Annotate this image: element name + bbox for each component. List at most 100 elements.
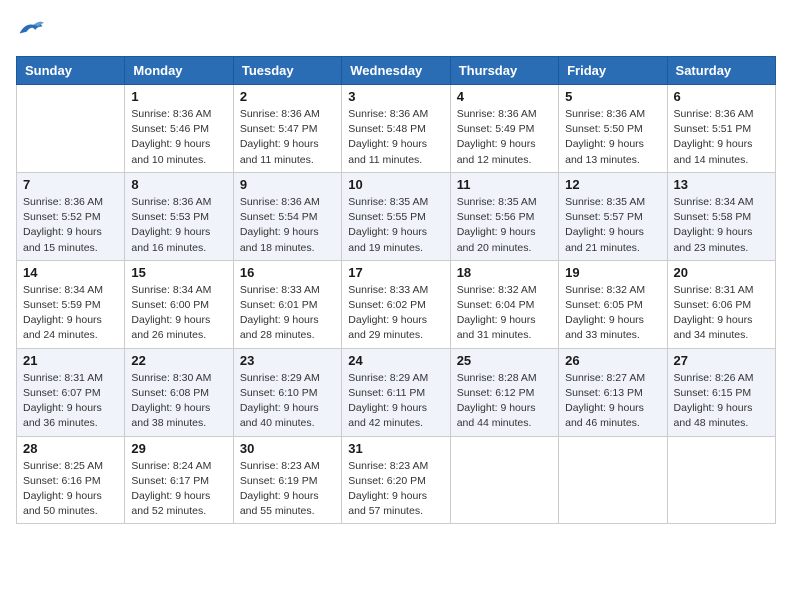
calendar-cell: 3 Sunrise: 8:36 AMSunset: 5:48 PMDaylight… (342, 85, 450, 173)
day-number: 29 (131, 441, 226, 456)
calendar-cell: 11 Sunrise: 8:35 AMSunset: 5:56 PMDayligh… (450, 172, 558, 260)
day-info: Sunrise: 8:34 AMSunset: 5:58 PMDaylight:… (674, 195, 769, 256)
day-info: Sunrise: 8:30 AMSunset: 6:08 PMDaylight:… (131, 371, 226, 432)
calendar-cell: 29Sunrise: 8:24 AMSunset: 6:17 PMDayligh… (125, 436, 233, 524)
day-info: Sunrise: 8:36 AMSunset: 5:54 PMDaylight:… (240, 195, 335, 256)
day-info: Sunrise: 8:36 AMSunset: 5:46 PMDaylight:… (131, 107, 226, 168)
day-number: 9 (240, 177, 335, 192)
calendar-cell: 10 Sunrise: 8:35 AMSunset: 5:55 PMDayligh… (342, 172, 450, 260)
calendar-cell: 31 Sunrise: 8:23 AMSunset: 6:20 PMDayligh… (342, 436, 450, 524)
day-info: Sunrise: 8:23 AMSunset: 6:20 PMDaylight:… (348, 459, 443, 520)
day-number: 15 (131, 265, 226, 280)
day-info: Sunrise: 8:32 AMSunset: 6:04 PMDaylight:… (457, 283, 552, 344)
calendar-cell: 27 Sunrise: 8:26 AMSunset: 6:15 PMDayligh… (667, 348, 775, 436)
calendar-cell: 6 Sunrise: 8:36 AMSunset: 5:51 PMDaylight… (667, 85, 775, 173)
calendar-header-row: SundayMondayTuesdayWednesdayThursdayFrid… (17, 57, 776, 85)
day-info: Sunrise: 8:34 AMSunset: 5:59 PMDaylight:… (23, 283, 118, 344)
day-number: 18 (457, 265, 552, 280)
day-info: Sunrise: 8:23 AMSunset: 6:19 PMDaylight:… (240, 459, 335, 520)
calendar-cell: 22 Sunrise: 8:30 AMSunset: 6:08 PMDayligh… (125, 348, 233, 436)
day-info: Sunrise: 8:36 AMSunset: 5:47 PMDaylight:… (240, 107, 335, 168)
weekday-header: Monday (125, 57, 233, 85)
day-number: 16 (240, 265, 335, 280)
calendar-cell: 8Sunrise: 8:36 AMSunset: 5:53 PMDaylight… (125, 172, 233, 260)
calendar-week-row: 1 Sunrise: 8:36 AMSunset: 5:46 PMDaylight… (17, 85, 776, 173)
day-info: Sunrise: 8:36 AMSunset: 5:49 PMDaylight:… (457, 107, 552, 168)
logo-bird-icon (16, 16, 44, 44)
calendar-cell: 23 Sunrise: 8:29 AMSunset: 6:10 PMDayligh… (233, 348, 341, 436)
calendar-cell: 25 Sunrise: 8:28 AMSunset: 6:12 PMDayligh… (450, 348, 558, 436)
day-info: Sunrise: 8:25 AMSunset: 6:16 PMDaylight:… (23, 459, 118, 520)
day-info: Sunrise: 8:32 AMSunset: 6:05 PMDaylight:… (565, 283, 660, 344)
day-number: 25 (457, 353, 552, 368)
calendar-cell (450, 436, 558, 524)
calendar-cell: 9 Sunrise: 8:36 AMSunset: 5:54 PMDaylight… (233, 172, 341, 260)
day-number: 2 (240, 89, 335, 104)
calendar-cell: 28 Sunrise: 8:25 AMSunset: 6:16 PMDayligh… (17, 436, 125, 524)
day-number: 28 (23, 441, 118, 456)
day-number: 8 (131, 177, 226, 192)
calendar-cell (17, 85, 125, 173)
day-info: Sunrise: 8:34 AMSunset: 6:00 PMDaylight:… (131, 283, 226, 344)
day-number: 31 (348, 441, 443, 456)
calendar-cell: 20Sunrise: 8:31 AMSunset: 6:06 PMDayligh… (667, 260, 775, 348)
day-info: Sunrise: 8:36 AMSunset: 5:50 PMDaylight:… (565, 107, 660, 168)
day-number: 14 (23, 265, 118, 280)
calendar-cell: 14 Sunrise: 8:34 AMSunset: 5:59 PMDayligh… (17, 260, 125, 348)
day-number: 24 (348, 353, 443, 368)
calendar-cell: 19 Sunrise: 8:32 AMSunset: 6:05 PMDayligh… (559, 260, 667, 348)
day-number: 11 (457, 177, 552, 192)
calendar-table: SundayMondayTuesdayWednesdayThursdayFrid… (16, 56, 776, 524)
weekday-header: Saturday (667, 57, 775, 85)
day-number: 22 (131, 353, 226, 368)
calendar-cell: 1 Sunrise: 8:36 AMSunset: 5:46 PMDaylight… (125, 85, 233, 173)
day-number: 20 (674, 265, 769, 280)
calendar-cell: 13 Sunrise: 8:34 AMSunset: 5:58 PMDayligh… (667, 172, 775, 260)
day-info: Sunrise: 8:35 AMSunset: 5:55 PMDaylight:… (348, 195, 443, 256)
day-number: 10 (348, 177, 443, 192)
day-number: 17 (348, 265, 443, 280)
day-number: 27 (674, 353, 769, 368)
day-number: 30 (240, 441, 335, 456)
page-header (16, 16, 776, 44)
day-info: Sunrise: 8:36 AMSunset: 5:48 PMDaylight:… (348, 107, 443, 168)
calendar-cell: 24Sunrise: 8:29 AMSunset: 6:11 PMDayligh… (342, 348, 450, 436)
calendar-week-row: 21Sunrise: 8:31 AMSunset: 6:07 PMDayligh… (17, 348, 776, 436)
day-info: Sunrise: 8:27 AMSunset: 6:13 PMDaylight:… (565, 371, 660, 432)
day-number: 1 (131, 89, 226, 104)
calendar-cell: 2 Sunrise: 8:36 AMSunset: 5:47 PMDaylight… (233, 85, 341, 173)
day-info: Sunrise: 8:26 AMSunset: 6:15 PMDaylight:… (674, 371, 769, 432)
day-number: 21 (23, 353, 118, 368)
day-number: 23 (240, 353, 335, 368)
calendar-cell: 5 Sunrise: 8:36 AMSunset: 5:50 PMDaylight… (559, 85, 667, 173)
day-info: Sunrise: 8:36 AMSunset: 5:51 PMDaylight:… (674, 107, 769, 168)
day-info: Sunrise: 8:29 AMSunset: 6:10 PMDaylight:… (240, 371, 335, 432)
day-number: 7 (23, 177, 118, 192)
day-number: 19 (565, 265, 660, 280)
calendar-cell: 12Sunrise: 8:35 AMSunset: 5:57 PMDayligh… (559, 172, 667, 260)
day-number: 26 (565, 353, 660, 368)
day-number: 3 (348, 89, 443, 104)
calendar-cell: 15 Sunrise: 8:34 AMSunset: 6:00 PMDayligh… (125, 260, 233, 348)
weekday-header: Wednesday (342, 57, 450, 85)
calendar-cell: 7Sunrise: 8:36 AMSunset: 5:52 PMDaylight… (17, 172, 125, 260)
calendar-week-row: 7Sunrise: 8:36 AMSunset: 5:52 PMDaylight… (17, 172, 776, 260)
calendar-week-row: 28 Sunrise: 8:25 AMSunset: 6:16 PMDayligh… (17, 436, 776, 524)
logo (16, 16, 48, 44)
day-info: Sunrise: 8:33 AMSunset: 6:02 PMDaylight:… (348, 283, 443, 344)
day-number: 6 (674, 89, 769, 104)
day-number: 5 (565, 89, 660, 104)
weekday-header: Friday (559, 57, 667, 85)
day-info: Sunrise: 8:28 AMSunset: 6:12 PMDaylight:… (457, 371, 552, 432)
calendar-cell: 26 Sunrise: 8:27 AMSunset: 6:13 PMDayligh… (559, 348, 667, 436)
calendar-cell: 4 Sunrise: 8:36 AMSunset: 5:49 PMDaylight… (450, 85, 558, 173)
day-number: 4 (457, 89, 552, 104)
weekday-header: Thursday (450, 57, 558, 85)
calendar-cell: 30 Sunrise: 8:23 AMSunset: 6:19 PMDayligh… (233, 436, 341, 524)
calendar-week-row: 14 Sunrise: 8:34 AMSunset: 5:59 PMDayligh… (17, 260, 776, 348)
calendar-cell (667, 436, 775, 524)
calendar-cell: 18 Sunrise: 8:32 AMSunset: 6:04 PMDayligh… (450, 260, 558, 348)
day-number: 13 (674, 177, 769, 192)
weekday-header: Sunday (17, 57, 125, 85)
day-info: Sunrise: 8:35 AMSunset: 5:56 PMDaylight:… (457, 195, 552, 256)
